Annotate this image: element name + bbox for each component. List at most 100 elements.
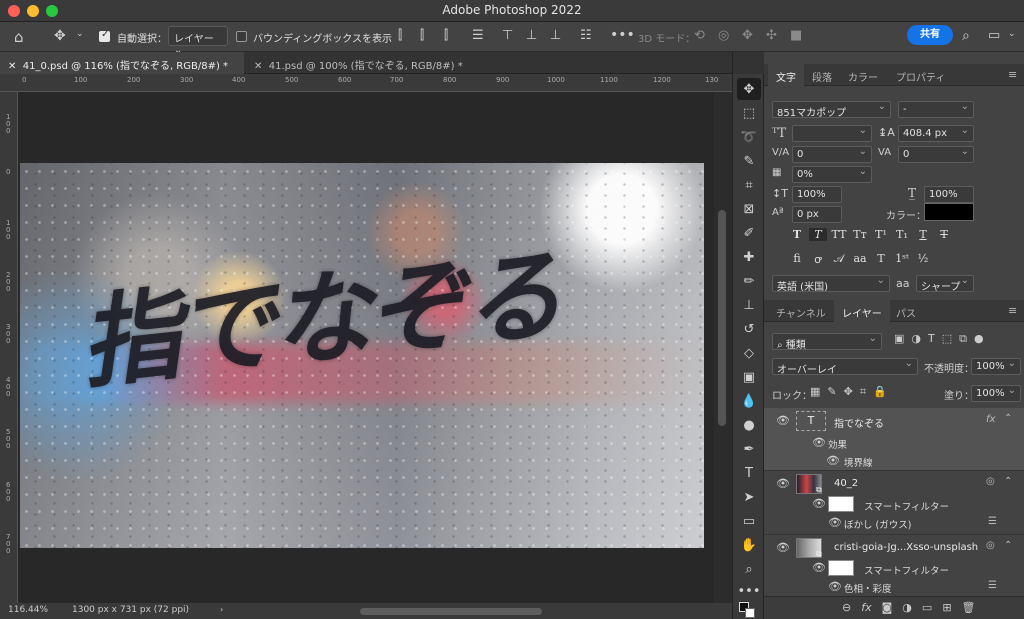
layer-filter-dropdown[interactable]: ⌕ 種類 [772,333,882,350]
lock-artboard-icon[interactable]: ⌗ [860,385,866,399]
fractions-button[interactable]: ½ [914,252,932,267]
layers-panel-menu-icon[interactable]: ≡ [1008,304,1017,317]
doc-info-arrow-icon[interactable]: › [220,605,223,614]
tab-channels[interactable]: チャンネル [768,300,834,322]
font-style-dropdown[interactable]: - [898,101,974,118]
bounding-box-checkbox[interactable] [236,31,247,42]
distribute-vertical-icon[interactable]: ☷ [580,28,592,43]
3d-pan-icon[interactable]: ✥ [742,28,753,43]
align-top-icon[interactable]: ⊤ [502,28,513,43]
faux-bold-button[interactable]: T [788,228,806,241]
blur-tool-icon[interactable]: 💧 [737,390,761,412]
dodge-tool-icon[interactable]: ● [737,414,761,436]
opacity-field[interactable]: 100% [971,358,1021,375]
lock-position-icon[interactable]: ✥ [844,385,853,399]
history-brush-tool-icon[interactable]: ↺ [737,318,761,340]
close-icon[interactable]: ✕ [8,61,16,72]
layer-row-text[interactable]: 👁 T 指でなぞる fx ⌃ [764,408,1024,434]
crop-tool-icon[interactable]: ⌗ [737,174,761,196]
visibility-eye-icon[interactable]: 👁 [828,580,842,593]
visibility-eye-icon[interactable]: 👁 [776,477,790,490]
visibility-eye-icon[interactable]: 👁 [828,516,842,529]
titling-alternates-button[interactable]: T [872,252,890,267]
share-button[interactable]: 共有 [907,25,953,45]
hand-tool-icon[interactable]: ✋ [737,534,761,556]
zoom-tool-icon[interactable]: ⌕ [737,558,761,580]
antialias-dropdown[interactable]: シャープ [916,275,974,292]
eyedropper-tool-icon[interactable]: ✐ [737,222,761,244]
3d-camera-icon[interactable]: ■ [790,28,802,43]
gradient-tool-icon[interactable]: ▣ [737,366,761,388]
swash-button[interactable]: 𝒜 [830,252,848,267]
tab-paragraph[interactable]: 段落 [804,64,840,86]
stylistic-alternates-button[interactable]: aa [851,252,869,267]
lock-image-icon[interactable]: ✎ [827,385,836,399]
visibility-eye-icon[interactable]: 👁 [826,454,840,467]
kerning-field[interactable]: 0 [792,146,872,163]
ligature-button[interactable]: fi [788,252,806,267]
new-adjustment-layer-icon[interactable]: ◑ [902,601,912,614]
align-center-icon[interactable]: ⫿ [420,28,424,43]
search-icon[interactable]: ⌕ [962,28,970,44]
quick-selection-tool-icon[interactable]: ✎ [737,150,761,172]
auto-select-checkbox[interactable] [99,29,110,42]
filter-adjustment-icon[interactable]: ◑ [911,332,921,346]
visibility-eye-icon[interactable]: 👁 [812,436,826,449]
filter-options-icon[interactable]: ☰ [988,580,997,591]
delete-layer-icon[interactable]: 🗑 [962,601,976,614]
horizontal-scale-field[interactable]: 100% [924,186,974,203]
filter-mask-thumbnail[interactable] [828,496,854,512]
layer-name[interactable]: 40_2 [834,478,858,489]
ordinals-button[interactable]: 1ˢᵗ [893,252,911,267]
lock-all-icon[interactable]: 🔒 [873,385,887,399]
align-bottom-icon[interactable]: ⊥ [550,28,561,43]
filter-shape-icon[interactable]: ⬚ [942,332,952,346]
panel-menu-icon[interactable]: ≡ [1008,68,1017,81]
zoom-level[interactable]: 116.44% [8,605,48,615]
tab-character[interactable]: 文字 [768,64,804,86]
collapse-filters-icon[interactable]: ⌃ [1004,540,1012,551]
filter-pixel-icon[interactable]: ▣ [894,332,904,346]
new-layer-icon[interactable]: ⊞ [942,601,951,614]
layer-row-cristi-goia[interactable]: 👁 ⧉ cristi-goia-Jg...Xsso-unsplash ◎ ⌃ 👁… [764,534,1024,596]
tab-layers[interactable]: レイヤー [834,300,890,322]
document-info[interactable]: 1300 px x 731 px (72 ppi) [72,605,189,615]
horizontal-scrollbar-thumb[interactable] [360,608,542,615]
font-size-field[interactable] [792,125,872,142]
3d-slide-icon[interactable]: ✣ [766,28,777,43]
collapse-filters-icon[interactable]: ⌃ [1004,476,1012,487]
baseline-shift-field[interactable]: 0 px [792,206,842,223]
workspace-chevron-icon[interactable]: ⌄ [1008,29,1016,39]
filter-toggle-icon[interactable]: ● [974,332,984,346]
visibility-eye-icon[interactable]: 👁 [776,541,790,554]
move-tool-icon[interactable]: ✥ [54,28,66,44]
effect-stroke-row[interactable]: 👁 境界線 [764,452,1024,470]
auto-select-target-dropdown[interactable]: レイヤー ⌄ [168,26,228,56]
language-dropdown[interactable]: 英語 (米国) [772,275,890,292]
distribute-horizontal-icon[interactable]: ☰ [472,28,484,43]
document-image[interactable]: 指でなぞる [20,163,704,548]
discretionary-ligature-button[interactable]: ꝍ [809,252,827,267]
align-left-icon[interactable]: ⫿ [398,28,402,43]
visibility-eye-icon[interactable]: 👁 [776,414,790,427]
3d-orbit-icon[interactable]: ⟲ [694,28,705,43]
visibility-eye-icon[interactable]: 👁 [812,497,826,510]
underline-button[interactable]: T [914,228,932,241]
text-color-swatch[interactable] [924,203,974,221]
faux-italic-button[interactable]: T [809,228,827,241]
filter-name[interactable]: ぼかし (ガウス) [844,517,911,531]
lasso-tool-icon[interactable]: ➰ [737,126,761,148]
layer-name[interactable]: 指でなぞる [834,415,884,430]
visibility-eye-icon[interactable]: 👁 [812,561,826,574]
close-icon[interactable]: ✕ [254,61,262,72]
layer-row-40-2[interactable]: 👁 ⧉ 40_2 ◎ ⌃ 👁 スマートフィルター 👁 ぼかし (ガウス) ☰ [764,470,1024,534]
tab-41-psd[interactable]: ✕ 41.psd @ 100% (指でなぞる, RGB/8#) * [246,52,478,74]
leading-field[interactable]: 408.4 px [898,125,974,142]
workspace-icon[interactable]: ▭ [988,28,1000,43]
filter-name[interactable]: 色相・彩度 [844,581,892,595]
filter-smart-object-icon[interactable]: ⧉ [959,332,967,346]
layer-name[interactable]: cristi-goia-Jg...Xsso-unsplash [834,542,982,553]
frame-tool-icon[interactable]: ⊠ [737,198,761,220]
eraser-tool-icon[interactable]: ◇ [737,342,761,364]
align-middle-icon[interactable]: ⊥ [526,28,537,43]
